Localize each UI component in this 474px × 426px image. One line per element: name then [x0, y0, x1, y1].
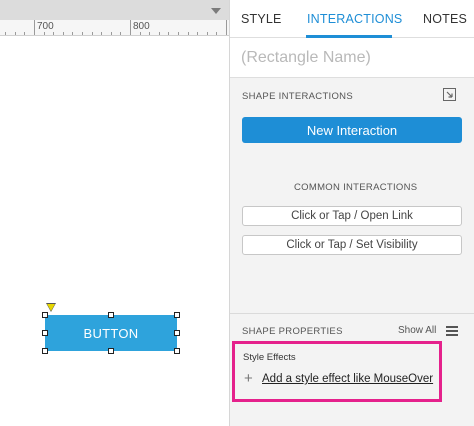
set-visibility-button[interactable]: Click or Tap / Set Visibility [242, 235, 462, 255]
ruler-tick [226, 20, 227, 35]
ruler-tick [197, 32, 198, 35]
ruler-tick [92, 32, 93, 35]
tab-style[interactable]: STYLE [241, 12, 282, 26]
horizontal-ruler: 700 800 [0, 20, 229, 36]
ruler-tick [44, 32, 45, 35]
resize-handle-left[interactable] [42, 330, 48, 336]
ruler-tick [101, 32, 102, 35]
ruler-tick [72, 32, 73, 35]
resize-handle-right[interactable] [174, 330, 180, 336]
ruler-tick [140, 32, 141, 35]
shape-name-field [230, 38, 474, 78]
resize-handle-bottom[interactable] [108, 348, 114, 354]
canvas-toolbar [0, 0, 229, 20]
ruler-tick [178, 32, 179, 35]
ruler-tick [82, 32, 83, 35]
ruler-tick [207, 32, 208, 35]
resize-handle-bottom-left[interactable] [42, 348, 48, 354]
ruler-label-700: 700 [37, 21, 54, 32]
ruler-tick [159, 32, 160, 35]
open-link-label: Click or Tap / Open Link [291, 210, 413, 222]
anchor-marker-fill [47, 304, 55, 311]
show-all-link[interactable]: Show All [398, 325, 436, 336]
inspector-tabs: STYLE INTERACTIONS NOTES [230, 0, 474, 38]
ruler-tick [188, 32, 189, 35]
shape-name-input[interactable] [241, 47, 461, 69]
common-interactions-title: COMMON INTERACTIONS [294, 182, 418, 193]
ruler-tick [63, 32, 64, 35]
open-link-button[interactable]: Click or Tap / Open Link [242, 206, 462, 226]
ruler-tick [111, 32, 112, 35]
new-interaction-label: New Interaction [306, 122, 398, 138]
set-visibility-label: Click or Tap / Set Visibility [286, 239, 418, 251]
new-interaction-button[interactable]: New Interaction [242, 117, 462, 143]
section-divider [230, 313, 474, 314]
ruler-tick [15, 32, 16, 35]
ruler-tick [130, 20, 131, 35]
shape-properties-title: SHAPE PROPERTIES [242, 326, 343, 337]
design-canvas[interactable]: 700 800 BUTTON [0, 0, 229, 426]
tab-notes[interactable]: NOTES [423, 12, 467, 26]
highlight-annotation-box [232, 341, 442, 402]
hamburger-icon[interactable] [446, 326, 458, 336]
dropdown-arrow-icon[interactable] [211, 8, 221, 14]
ruler-tick [34, 20, 35, 35]
ruler-tick [24, 32, 25, 35]
ruler-tick [53, 32, 54, 35]
ruler-label-800: 800 [133, 21, 150, 32]
ruler-tick [149, 32, 150, 35]
ruler-tick [5, 32, 6, 35]
button-shape[interactable]: BUTTON [45, 315, 177, 351]
tab-interactions[interactable]: INTERACTIONS [307, 12, 402, 26]
resize-handle-top-right[interactable] [174, 312, 180, 318]
ruler-tick [216, 32, 217, 35]
resize-handle-top[interactable] [108, 312, 114, 318]
split-view-icon[interactable] [443, 88, 456, 101]
ruler-tick [120, 32, 121, 35]
ruler-tick [168, 32, 169, 35]
resize-handle-top-left[interactable] [42, 312, 48, 318]
button-shape-label: BUTTON [83, 325, 139, 341]
shape-interactions-title: SHAPE INTERACTIONS [242, 91, 353, 102]
resize-handle-bottom-right[interactable] [174, 348, 180, 354]
